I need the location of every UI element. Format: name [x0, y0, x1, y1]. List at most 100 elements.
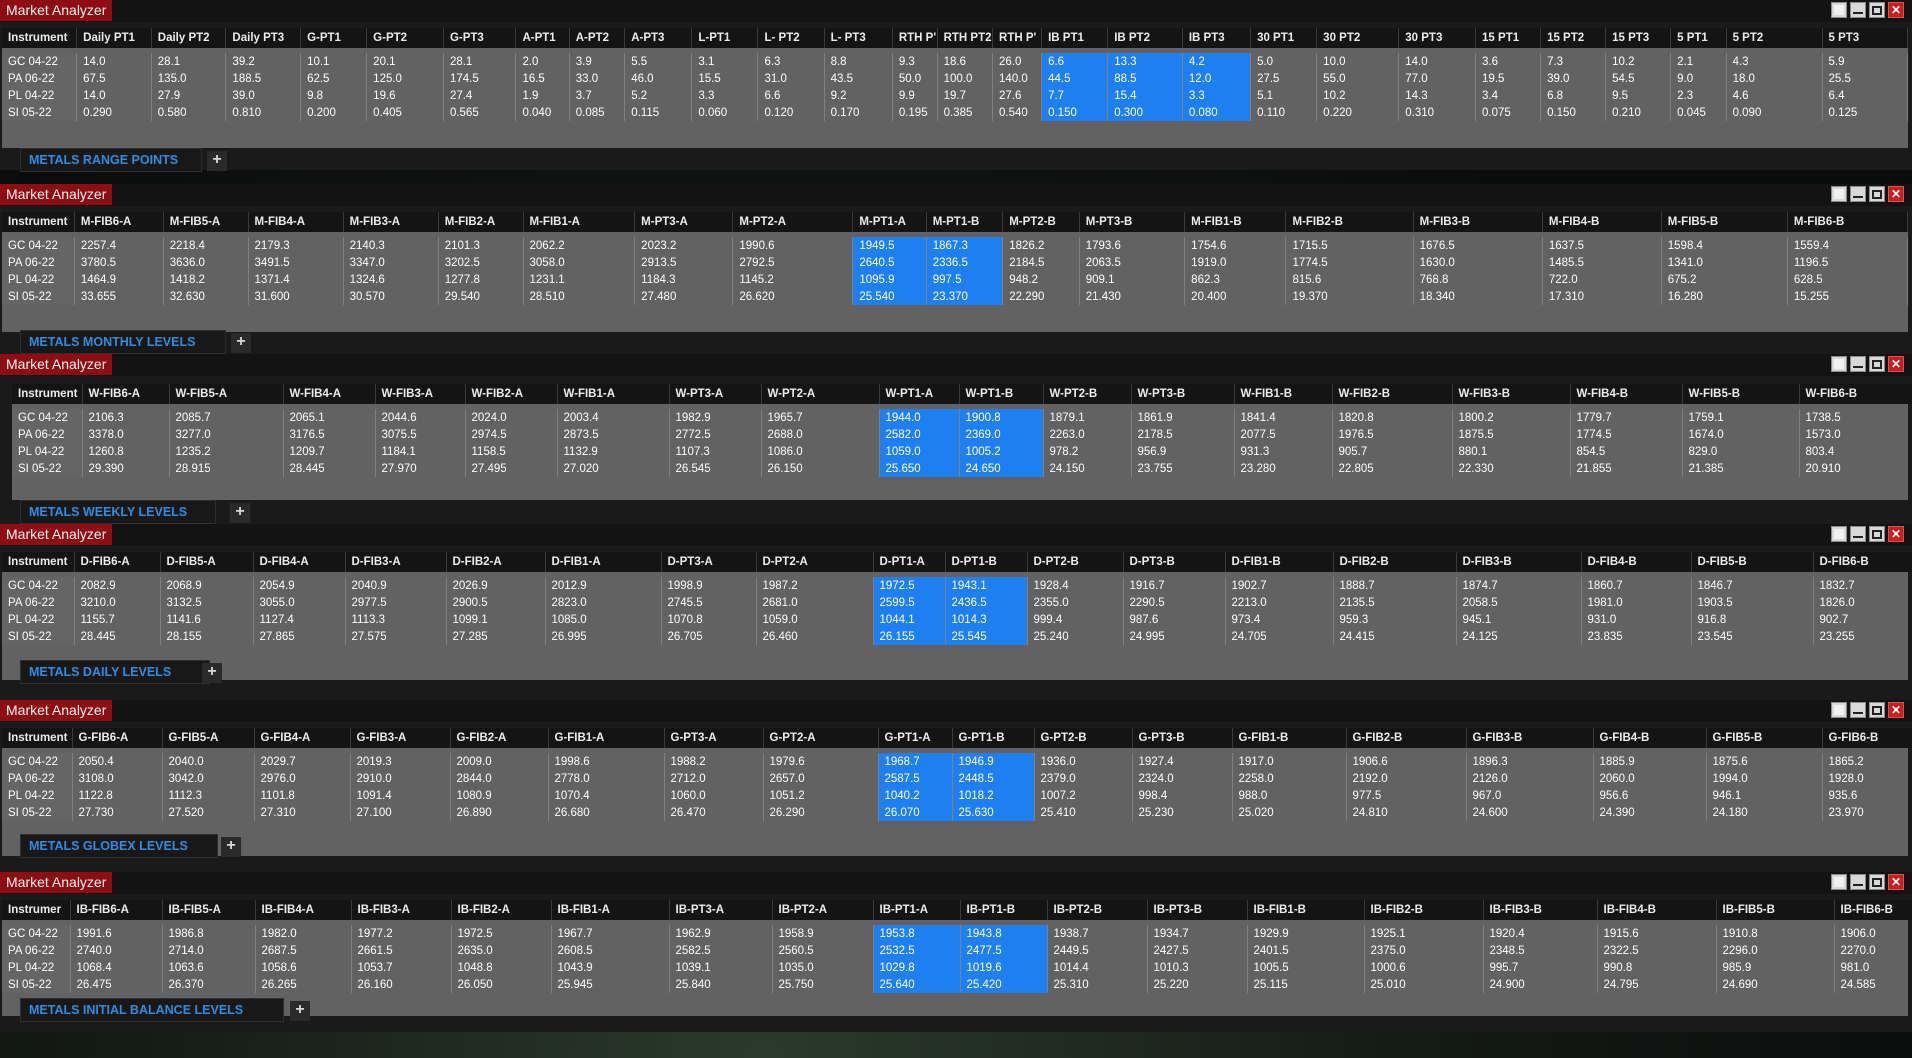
tab-metals-weekly-levels[interactable]: METALS WEEKLY LEVELS — [20, 500, 216, 524]
value-cell[interactable]: 2058.5 — [1456, 594, 1582, 611]
value-cell[interactable]: 1674.0 — [1682, 426, 1800, 443]
value-cell[interactable]: 5.1 — [1250, 87, 1318, 104]
column-header-w-fib3-a[interactable]: W-FIB3-A — [375, 384, 466, 404]
value-cell[interactable]: 1277.8 — [438, 271, 524, 288]
value-cell[interactable]: 26.160 — [351, 976, 452, 993]
value-cell[interactable]: 3347.0 — [343, 254, 439, 271]
value-cell[interactable]: 1184.3 — [634, 271, 734, 288]
value-cell[interactable]: 26.705 — [661, 628, 757, 645]
column-header-w-fib2-a[interactable]: W-FIB2-A — [465, 384, 558, 404]
value-cell[interactable]: 3210.0 — [74, 594, 161, 611]
value-cell[interactable]: 2218.4 — [163, 237, 249, 254]
value-cell[interactable]: 2126.0 — [1466, 770, 1594, 787]
column-header-ib-pt3[interactable]: IB PT3 — [1182, 28, 1252, 48]
value-cell[interactable]: 67.5 — [76, 70, 152, 87]
value-cell[interactable]: 2063.5 — [1079, 254, 1186, 271]
value-cell[interactable]: 2355.0 — [1027, 594, 1124, 611]
table-row[interactable]: PL 04-22 1068.4 1063.6 1058.6 1053.7 1048.8 10… — [2, 959, 1912, 976]
value-cell[interactable]: 2401.5 — [1247, 942, 1365, 959]
value-cell[interactable]: 981.0 — [1834, 959, 1912, 976]
value-cell[interactable]: 995.7 — [1483, 959, 1598, 976]
value-cell[interactable]: 0.060 — [691, 104, 759, 121]
value-cell[interactable]: 24.125 — [1456, 628, 1582, 645]
instrument-cell[interactable]: PL 04-22 — [2, 271, 75, 288]
restore-button[interactable] — [1831, 2, 1847, 18]
value-cell[interactable]: 25.420 — [960, 976, 1048, 993]
value-cell[interactable]: 0.210 — [1605, 104, 1672, 121]
value-cell[interactable]: 1826.2 — [1002, 237, 1080, 254]
column-header-g-pt3-a[interactable]: G-PT3-A — [664, 728, 764, 748]
value-cell[interactable]: 1132.9 — [557, 443, 670, 460]
value-cell[interactable]: 1967.7 — [551, 925, 670, 942]
table-row[interactable]: PA 06-22 67.5 135.0 188.5 62.5 125.0 174.5 16.5… — [2, 70, 1909, 87]
value-cell[interactable]: 27.865 — [253, 628, 346, 645]
value-cell[interactable]: 2369.0 — [959, 426, 1044, 443]
value-cell[interactable]: 973.4 — [1225, 611, 1334, 628]
value-cell[interactable]: 1981.0 — [1581, 594, 1692, 611]
value-cell[interactable]: 2009.0 — [450, 753, 549, 770]
instrument-cell[interactable]: GC 04-22 — [2, 53, 78, 70]
value-cell[interactable]: 135.0 — [151, 70, 227, 87]
value-cell[interactable]: 1826.0 — [1813, 594, 1912, 611]
column-header-w-fib4-a[interactable]: W-FIB4-A — [283, 384, 376, 404]
value-cell[interactable]: 2436.5 — [945, 594, 1028, 611]
value-cell[interactable]: 0.040 — [515, 104, 570, 121]
restore-button[interactable] — [1831, 874, 1847, 890]
value-cell[interactable]: 0.170 — [824, 104, 893, 121]
value-cell[interactable]: 948.2 — [1002, 271, 1080, 288]
value-cell[interactable]: 188.5 — [225, 70, 302, 87]
value-cell[interactable]: 2054.9 — [253, 577, 346, 594]
value-cell[interactable]: 1888.7 — [1333, 577, 1457, 594]
value-cell[interactable]: 19.6 — [366, 87, 444, 104]
table-row[interactable]: GC 04-22 2050.4 2040.0 2029.7 2019.3 2009.0 19… — [2, 753, 1912, 770]
maximize-button[interactable] — [1869, 356, 1885, 372]
value-cell[interactable]: 768.8 — [1413, 271, 1543, 288]
value-cell[interactable]: 31.0 — [757, 70, 825, 87]
value-cell[interactable]: 50.0 — [892, 70, 938, 87]
column-header-w-pt3-b[interactable]: W-PT3-B — [1131, 384, 1235, 404]
value-cell[interactable]: 1958.9 — [772, 925, 874, 942]
column-header-ib-fib3-a[interactable]: IB-FIB3-A — [351, 900, 452, 920]
column-header-ib-fib5-b[interactable]: IB-FIB5-B — [1716, 900, 1835, 920]
column-header-15-pt1[interactable]: 15 PT1 — [1475, 28, 1542, 48]
value-cell[interactable]: 1676.5 — [1413, 237, 1543, 254]
value-cell[interactable]: 1774.5 — [1570, 426, 1683, 443]
instrument-cell[interactable]: PA 06-22 — [2, 254, 75, 271]
value-cell[interactable]: 1158.5 — [465, 443, 558, 460]
value-cell[interactable]: 1982.9 — [669, 409, 762, 426]
title-bar[interactable]: Market Analyzer ✕ — [0, 354, 1912, 376]
column-header-m-fib6-a[interactable]: M-FIB6-A — [74, 212, 164, 232]
value-cell[interactable]: 24.995 — [1123, 628, 1226, 645]
value-cell[interactable]: 21.430 — [1079, 288, 1186, 305]
value-cell[interactable]: 2688.0 — [761, 426, 880, 443]
instrument-cell[interactable]: GC 04-22 — [2, 577, 75, 594]
value-cell[interactable]: 24.705 — [1225, 628, 1334, 645]
column-header-ib-fib4-b[interactable]: IB-FIB4-B — [1597, 900, 1717, 920]
value-cell[interactable]: 1231.1 — [523, 271, 636, 288]
value-cell[interactable]: 1874.7 — [1456, 577, 1582, 594]
column-header-g-pt3-b[interactable]: G-PT3-B — [1132, 728, 1233, 748]
value-cell[interactable]: 3.3 — [691, 87, 759, 104]
instrument-cell[interactable]: SI 05-22 — [12, 460, 83, 477]
value-cell[interactable]: 1927.4 — [1132, 753, 1233, 770]
value-cell[interactable]: 2910.0 — [350, 770, 451, 787]
value-cell[interactable]: 1936.0 — [1034, 753, 1133, 770]
value-cell[interactable]: 1944.0 — [879, 409, 960, 426]
value-cell[interactable]: 39.2 — [225, 53, 302, 70]
value-cell[interactable]: 26.070 — [878, 804, 953, 821]
table-row[interactable]: SI 05-22 26.475 26.370 26.265 26.160 26.050 25… — [2, 976, 1912, 993]
value-cell[interactable]: 0.310 — [1398, 104, 1477, 121]
value-cell[interactable]: 23.970 — [1822, 804, 1912, 821]
value-cell[interactable]: 829.0 — [1682, 443, 1800, 460]
value-cell[interactable]: 1774.5 — [1285, 254, 1414, 271]
value-cell[interactable]: 24.810 — [1346, 804, 1467, 821]
value-cell[interactable]: 1598.4 — [1661, 237, 1788, 254]
table-row[interactable]: SI 05-22 0.290 0.580 0.810 0.200 0.405 0.565 0.… — [2, 104, 1909, 121]
value-cell[interactable]: 26.370 — [162, 976, 256, 993]
value-cell[interactable]: 3042.0 — [162, 770, 255, 787]
value-cell[interactable]: 0.125 — [1822, 104, 1909, 121]
value-cell[interactable]: 33.655 — [74, 288, 164, 305]
value-cell[interactable]: 29.540 — [438, 288, 524, 305]
value-cell[interactable]: 2582.0 — [879, 426, 960, 443]
column-header-ib-fib4-a[interactable]: IB-FIB4-A — [255, 900, 352, 920]
